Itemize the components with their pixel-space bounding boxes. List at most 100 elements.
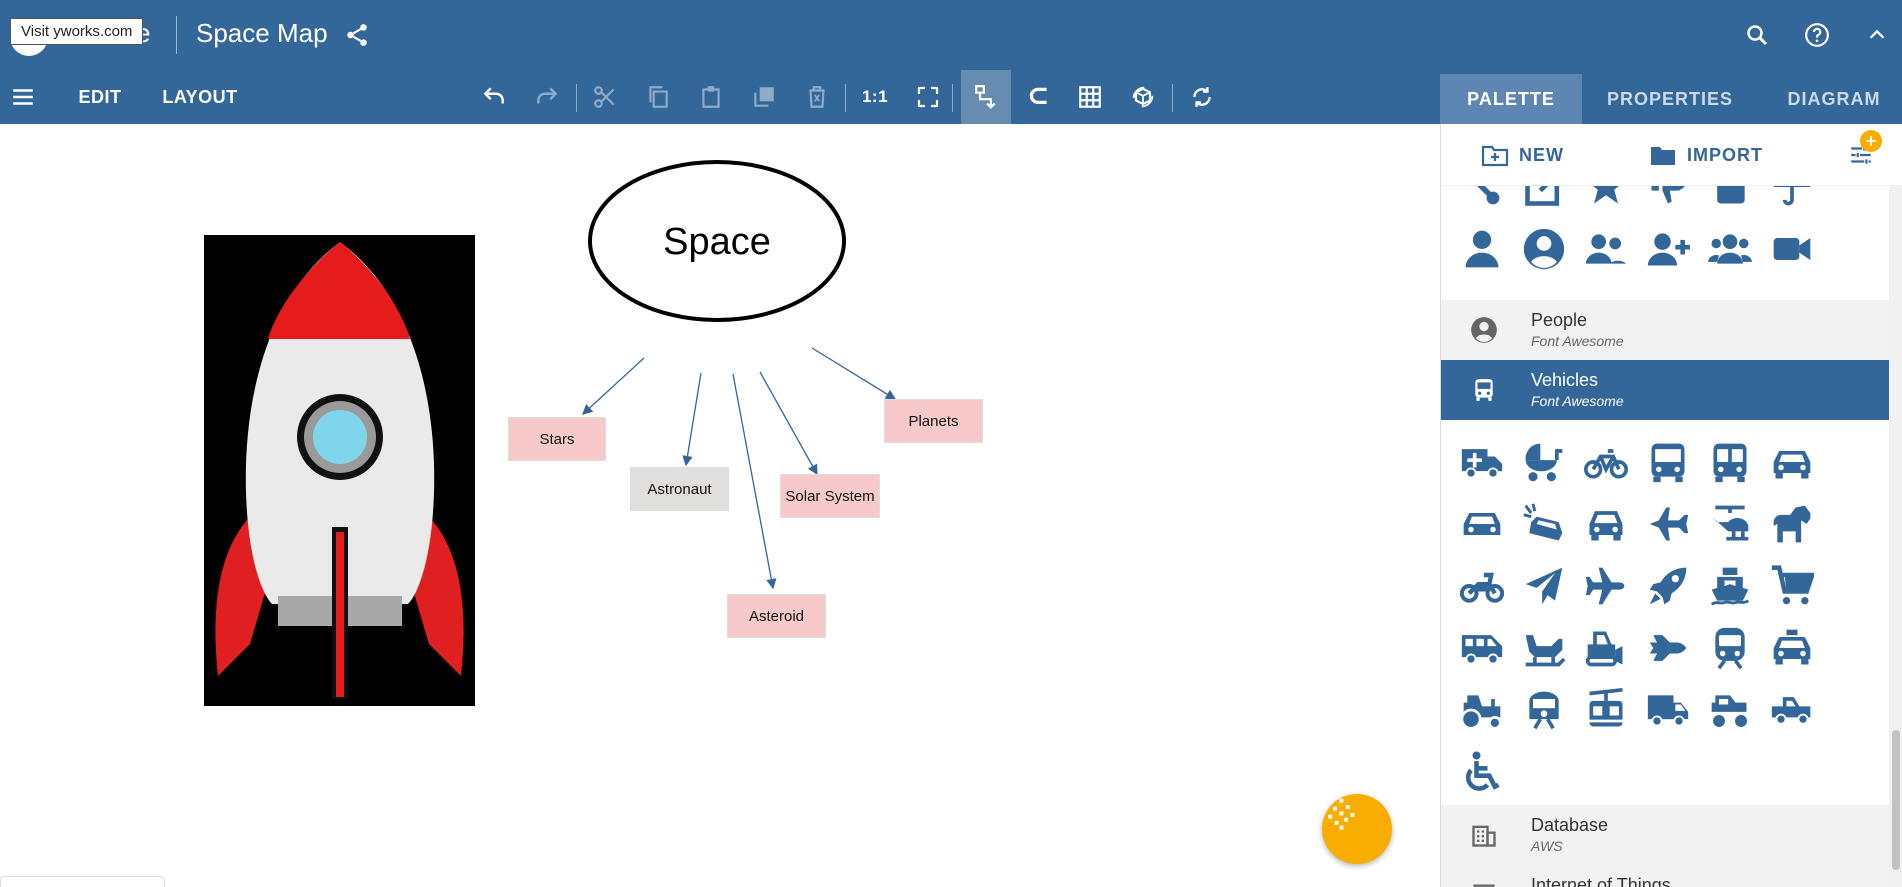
node-asteroid[interactable]: Asteroid <box>727 594 826 638</box>
import-button[interactable]: IMPORT <box>1649 124 1763 186</box>
ambulance-icon[interactable] <box>1451 431 1513 493</box>
scrollbar-thumb[interactable] <box>1892 730 1900 870</box>
chevron-up-icon[interactable] <box>1862 20 1892 50</box>
train-icon[interactable] <box>1513 679 1575 741</box>
edge-space-planets[interactable] <box>811 347 897 400</box>
horse-icon[interactable] <box>1761 493 1823 555</box>
video-icon[interactable] <box>1761 218 1823 280</box>
palette-scrollbar[interactable] <box>1889 186 1902 887</box>
shuttle-van-icon[interactable] <box>1451 617 1513 679</box>
tab-properties[interactable]: PROPERTIES <box>1600 74 1740 124</box>
bus-alt-icon[interactable] <box>1699 431 1761 493</box>
layout-menu-button[interactable]: LAYOUT <box>152 70 248 124</box>
share-icon[interactable] <box>342 20 372 50</box>
edit-menu-button[interactable]: EDIT <box>64 70 136 124</box>
paste-icon[interactable] <box>696 82 726 112</box>
import-label: IMPORT <box>1687 144 1763 165</box>
edge-space-solar-system[interactable] <box>759 371 818 476</box>
fit-content-icon[interactable] <box>913 82 943 112</box>
thumbs-down-icon[interactable] <box>1637 186 1699 218</box>
help-icon[interactable] <box>1802 20 1832 50</box>
zoom-original-button[interactable]: 1:1 <box>858 70 892 124</box>
snapping-icon[interactable] <box>1024 82 1054 112</box>
edge-space-stars[interactable] <box>582 357 645 415</box>
category-subtitle: AWS <box>1531 838 1563 854</box>
3d-view-icon[interactable] <box>1128 82 1158 112</box>
document-title[interactable]: Space Map <box>196 18 328 49</box>
bus-icon[interactable] <box>1637 431 1699 493</box>
motorcycle-icon[interactable] <box>1451 555 1513 617</box>
truck-icon[interactable] <box>1637 679 1699 741</box>
bicycle-icon[interactable] <box>1575 431 1637 493</box>
snowplow-icon[interactable] <box>1575 617 1637 679</box>
new-button[interactable]: NEW <box>1481 124 1564 186</box>
car-crash-icon[interactable] <box>1513 493 1575 555</box>
category-database[interactable]: Database AWS <box>1441 805 1889 865</box>
space-shuttle-icon[interactable] <box>1637 617 1699 679</box>
category-people[interactable]: People Font Awesome <box>1441 300 1889 360</box>
cut-icon[interactable] <box>590 82 620 112</box>
shopping-cart-icon[interactable] <box>1761 555 1823 617</box>
bottom-panel-handle[interactable] <box>0 876 165 887</box>
paper-plane-icon[interactable] <box>1513 555 1575 617</box>
tractor-icon[interactable] <box>1451 679 1513 741</box>
copy-icon[interactable] <box>643 82 673 112</box>
fighter-jet-icon[interactable] <box>1637 493 1699 555</box>
redo-icon[interactable] <box>532 82 562 112</box>
delete-icon[interactable] <box>802 82 832 112</box>
node-stars[interactable]: Stars <box>508 417 606 461</box>
settings-badge: + <box>1860 130 1882 152</box>
node-planets[interactable]: Planets <box>884 399 983 443</box>
edge-space-asteroid[interactable] <box>732 373 777 590</box>
user-friends-icon[interactable] <box>1575 218 1637 280</box>
category-vehicles[interactable]: Vehicles Font Awesome <box>1441 360 1889 420</box>
car-side-icon[interactable] <box>1451 493 1513 555</box>
grid-icon[interactable] <box>1075 82 1105 112</box>
toolbar-divider <box>845 84 846 112</box>
menu-icon[interactable] <box>8 82 38 112</box>
truck-pickup-icon[interactable] <box>1761 679 1823 741</box>
rocket-icon[interactable] <box>1637 555 1699 617</box>
sync-icon[interactable] <box>1187 82 1217 112</box>
auto-layout-fab[interactable] <box>1322 794 1392 864</box>
search-icon[interactable] <box>1742 20 1772 50</box>
diagram-canvas[interactable]: Space Stars Astronaut Solar System Plane… <box>0 124 1440 887</box>
users-icon[interactable] <box>1699 218 1761 280</box>
car-icon[interactable] <box>1761 431 1823 493</box>
truck-monster-icon[interactable] <box>1699 679 1761 741</box>
node-solar-system[interactable]: Solar System <box>780 474 880 518</box>
node-astronaut[interactable]: Astronaut <box>630 467 729 511</box>
helicopter-icon[interactable] <box>1699 493 1761 555</box>
new-label: NEW <box>1519 144 1564 165</box>
rocket-image-node[interactable] <box>204 235 475 706</box>
people-icon-grid <box>1451 186 1823 280</box>
category-iot[interactable]: Internet of Things <box>1441 865 1889 887</box>
subway-icon[interactable] <box>1699 617 1761 679</box>
plane-icon[interactable] <box>1575 555 1637 617</box>
wheelchair-icon[interactable] <box>1451 741 1513 803</box>
umbrella-icon[interactable] <box>1761 186 1823 218</box>
duplicate-icon[interactable] <box>749 82 779 112</box>
orthogonal-edges-icon[interactable] <box>961 70 1011 124</box>
tab-palette[interactable]: PALETTE <box>1440 74 1582 124</box>
share-square-icon[interactable] <box>1513 186 1575 218</box>
user-plus-icon[interactable] <box>1637 218 1699 280</box>
ship-icon[interactable] <box>1699 555 1761 617</box>
star-icon[interactable] <box>1575 186 1637 218</box>
sleigh-icon[interactable] <box>1513 617 1575 679</box>
baby-carriage-icon[interactable] <box>1513 431 1575 493</box>
clipboard-icon[interactable] <box>1699 186 1761 218</box>
toolbar: EDIT LAYOUT 1:1 PALETTE PROPERTIES DIAGR… <box>0 70 1902 124</box>
car-alt-icon[interactable] <box>1575 493 1637 555</box>
bus-icon <box>1469 375 1499 405</box>
palette-scroll-area[interactable]: People Font Awesome Vehicles Font Awesom… <box>1441 186 1889 887</box>
share-nodes-icon[interactable] <box>1451 186 1513 218</box>
user-circle-icon[interactable] <box>1513 218 1575 280</box>
toolbar-divider <box>576 84 577 112</box>
tram-icon[interactable] <box>1575 679 1637 741</box>
tab-diagram[interactable]: DIAGRAM <box>1772 74 1896 124</box>
edge-space-astronaut[interactable] <box>682 372 702 467</box>
user-icon[interactable] <box>1451 218 1513 280</box>
undo-icon[interactable] <box>479 82 509 112</box>
taxi-icon[interactable] <box>1761 617 1823 679</box>
